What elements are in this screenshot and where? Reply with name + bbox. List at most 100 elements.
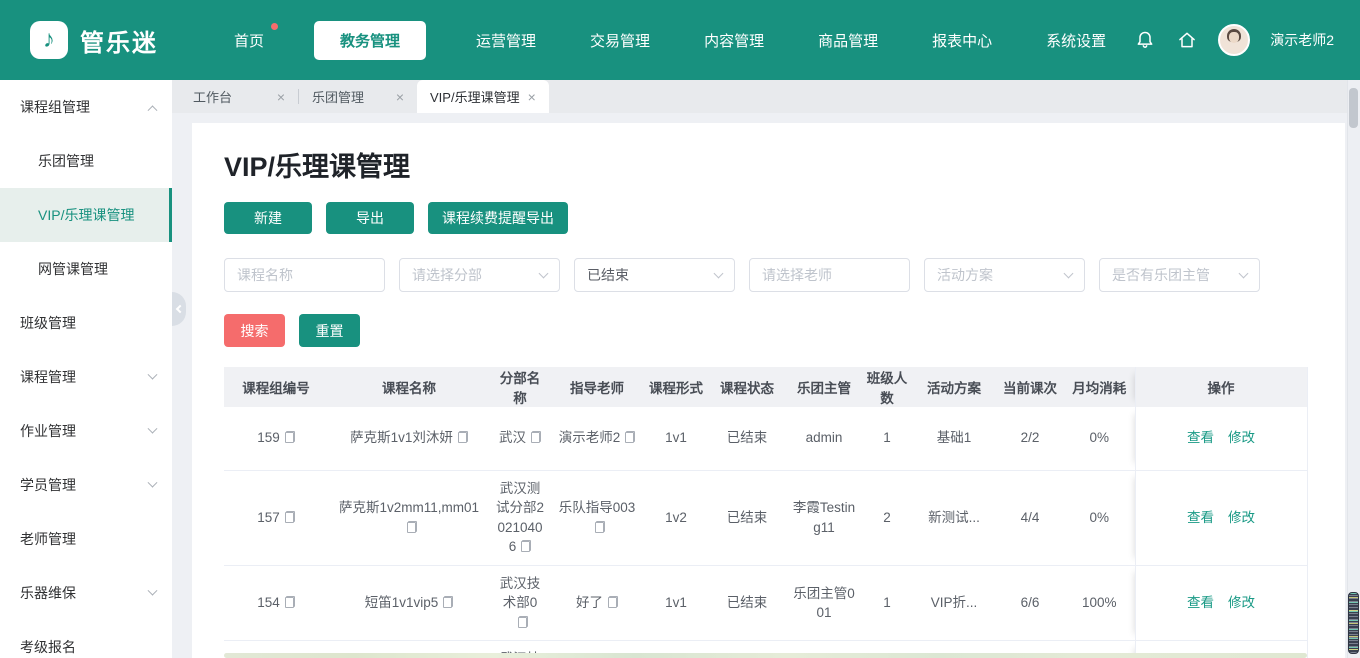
cell-value: 乐队指导003	[558, 500, 636, 516]
cell-当前课次: 2/2	[996, 407, 1064, 471]
cell-value: 157	[257, 509, 280, 525]
search-button[interactable]: 搜索	[224, 314, 285, 347]
cell-指导老师: 乐队指导003	[550, 470, 644, 566]
cell-value: 已结束	[726, 430, 768, 446]
cell-分部名称: 武汉测试分部20210406	[490, 470, 550, 566]
cell-value: 0%	[1089, 430, 1109, 446]
copy-icon[interactable]	[625, 431, 636, 444]
copy-icon[interactable]	[457, 431, 468, 444]
horizontal-scrollbar[interactable]	[224, 653, 1307, 658]
filter-input-4[interactable]: 请选择老师	[749, 258, 910, 292]
cell-value: VIP折...	[930, 595, 978, 611]
view-link[interactable]: 查看	[1187, 595, 1214, 610]
action-button-2[interactable]: 导出	[326, 202, 414, 234]
home-icon[interactable]	[1176, 29, 1198, 51]
cell-value: 萨克斯1v1刘沐妍	[350, 430, 453, 446]
cell-value: 6/6	[1020, 595, 1040, 611]
copy-icon[interactable]	[531, 431, 541, 444]
copy-icon[interactable]	[521, 540, 532, 553]
chevron-up-icon	[147, 104, 158, 115]
cell-value: 2/2	[1020, 430, 1040, 446]
action-button-3[interactable]: 课程续费提醒导出	[428, 202, 568, 234]
sidebar-item-label: 网管课管理	[38, 261, 108, 277]
minimap-scroll-widget[interactable]	[1348, 592, 1359, 654]
nav-item-label: 内容管理	[704, 32, 765, 50]
sidebar-item-8[interactable]: 学员管理	[0, 458, 172, 512]
edit-link[interactable]: 修改	[1228, 510, 1255, 525]
nav-item-label: 教务管理	[340, 32, 401, 50]
app-name: 管乐迷	[80, 29, 158, 57]
notification-dot-icon	[271, 22, 279, 30]
action-button-1[interactable]: 新建	[224, 202, 312, 234]
edit-link[interactable]: 修改	[1228, 430, 1255, 445]
sidebar-item-2[interactable]: 乐团管理	[0, 134, 172, 188]
nav-item-1[interactable]: 首页	[230, 21, 279, 60]
nav-item-label: 报表中心	[932, 32, 993, 50]
username[interactable]: 演示老师2	[1270, 30, 1334, 50]
cell-value: 基础1	[936, 430, 972, 446]
vertical-scrollbar-thumb[interactable]	[1349, 88, 1358, 128]
tab-1[interactable]: 工作台 ×	[180, 80, 298, 113]
nav-item-2[interactable]: 教务管理	[314, 20, 427, 60]
tab-3[interactable]: VIP/乐理课管理 ×	[417, 80, 549, 113]
cell-value: 1	[883, 595, 891, 611]
cell-课程形式: 1v2	[644, 470, 708, 566]
copy-icon[interactable]	[284, 596, 295, 609]
nav-item-3[interactable]: 运营管理	[472, 21, 540, 60]
filter-select-6[interactable]: 是否有乐团主管	[1099, 258, 1260, 292]
nav-item-7[interactable]: 报表中心	[928, 21, 996, 60]
chevron-left-icon	[175, 304, 185, 314]
edit-link[interactable]: 修改	[1228, 595, 1255, 610]
action-button-row: 新建 导出 课程续费提醒导出	[224, 202, 1313, 234]
sidebar-item-7[interactable]: 作业管理	[0, 404, 172, 458]
top-navigation-bar: ♪ 管乐迷 首页 教务管理 运营管理 交易管理 内容管理 商品管理 报表中心 系统设置 演示老…	[0, 0, 1360, 80]
cell-value: 演示老师2	[558, 430, 621, 446]
filter-select-2[interactable]: 请选择分部	[399, 258, 560, 292]
close-icon[interactable]: ×	[528, 90, 536, 104]
tab-bar: 工作台 × 乐团管理 × VIP/乐理课管理 ×	[172, 80, 1360, 113]
close-icon[interactable]: ×	[396, 90, 404, 104]
sidebar-item-5[interactable]: 班级管理	[0, 296, 172, 350]
sidebar-item-9[interactable]: 老师管理	[0, 512, 172, 566]
view-link[interactable]: 查看	[1187, 430, 1214, 445]
nav-item-4[interactable]: 交易管理	[586, 21, 654, 60]
copy-icon[interactable]	[284, 510, 295, 523]
vertical-scrollbar-track[interactable]	[1347, 80, 1360, 658]
copy-icon[interactable]	[284, 431, 295, 444]
copy-icon[interactable]	[443, 596, 454, 609]
sidebar-item-11[interactable]: 考级报名	[0, 620, 172, 658]
copy-icon[interactable]	[406, 520, 417, 533]
close-icon[interactable]: ×	[277, 90, 285, 104]
copy-icon[interactable]	[608, 596, 618, 609]
sidebar-item-3[interactable]: VIP/乐理课管理	[0, 188, 172, 242]
cell-课程形式: 1v1	[644, 407, 708, 471]
user-avatar[interactable]	[1218, 24, 1251, 56]
nav-item-8[interactable]: 系统设置	[1042, 21, 1110, 60]
nav-item-6[interactable]: 商品管理	[814, 21, 882, 60]
app-logo[interactable]: ♪ 管乐迷	[0, 21, 230, 59]
filter-input-1[interactable]: 课程名称	[224, 258, 385, 292]
tab-label: VIP/乐理课管理	[430, 90, 520, 105]
filter-text: 是否有乐团主管	[1112, 267, 1210, 283]
bell-icon[interactable]	[1134, 29, 1156, 51]
sidebar-item-10[interactable]: 乐器维保	[0, 566, 172, 620]
copy-icon[interactable]	[517, 615, 528, 628]
tab-2[interactable]: 乐团管理 ×	[299, 80, 417, 113]
filter-select-3[interactable]: 已结束	[574, 258, 735, 292]
sidebar-item-1[interactable]: 课程组管理	[0, 80, 172, 134]
cell-value: 0%	[1089, 509, 1109, 525]
nav-right-area: 演示老师2	[1134, 24, 1360, 56]
cell-value: 2	[883, 509, 891, 525]
view-link[interactable]: 查看	[1187, 510, 1214, 525]
filter-select-5[interactable]: 活动方案	[924, 258, 1085, 292]
cell-value: admin	[805, 430, 843, 446]
reset-button[interactable]: 重置	[299, 314, 360, 347]
copy-icon[interactable]	[594, 520, 605, 533]
sidebar-item-6[interactable]: 课程管理	[0, 350, 172, 404]
sidebar-item-4[interactable]: 网管课管理	[0, 242, 172, 296]
nav-item-5[interactable]: 内容管理	[700, 21, 768, 60]
page-title: VIP/乐理课管理	[224, 152, 411, 182]
column-header-10: 当前课次	[996, 367, 1064, 407]
sidebar-item-label: 考级报名	[20, 639, 76, 655]
cell-value: 好了	[576, 595, 603, 611]
